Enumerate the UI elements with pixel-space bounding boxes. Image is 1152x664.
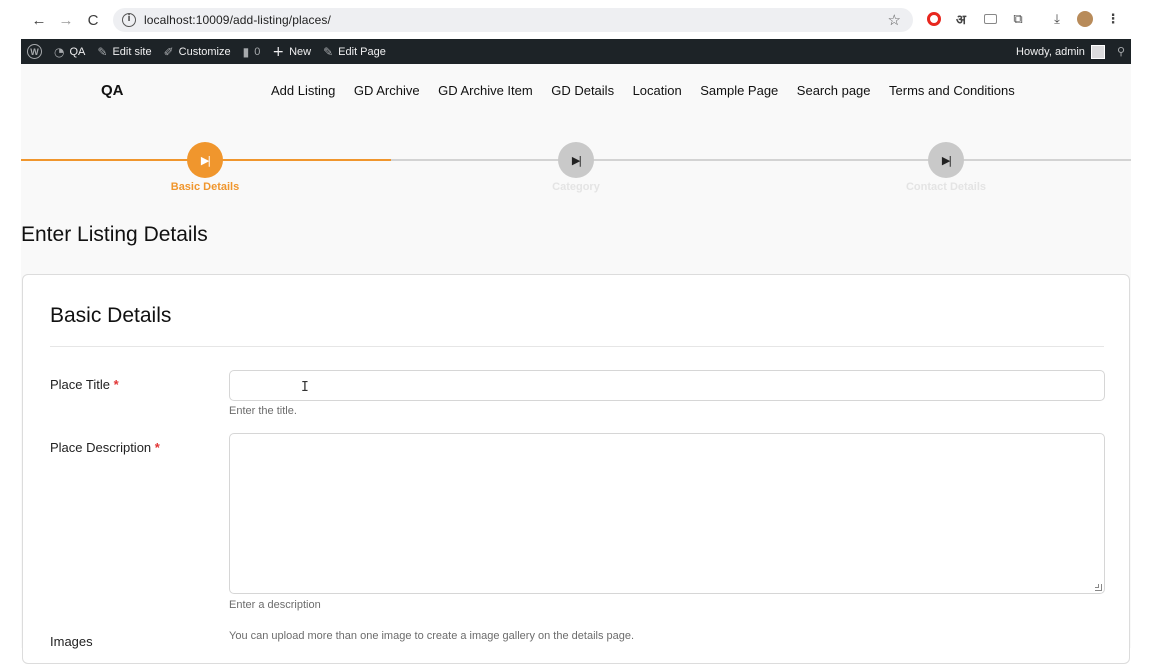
text-cursor-icon: I — [301, 380, 309, 395]
page-heading: Enter Listing Details — [21, 223, 208, 246]
new-label: New — [289, 45, 312, 58]
forward-arrow-icon[interactable]: → — [53, 7, 79, 33]
nav-gd-archive-item[interactable]: GD Archive Item — [438, 83, 533, 98]
browser-menu-icon[interactable]: ⋮ — [1103, 9, 1123, 29]
section-divider — [50, 346, 1104, 347]
step-category-label[interactable]: Category — [506, 181, 646, 193]
step-contact-details-label[interactable]: Contact Details — [876, 181, 1016, 193]
new-content-link[interactable]: + New — [266, 39, 317, 64]
site-info-icon[interactable]: i — [122, 13, 136, 27]
nav-gd-details[interactable]: GD Details — [551, 83, 614, 98]
nav-terms-and-conditions[interactable]: Terms and Conditions — [889, 83, 1015, 98]
nav-add-listing[interactable]: Add Listing — [271, 83, 335, 98]
paintbrush-icon: ✐ — [163, 44, 174, 59]
listing-form-card: Basic Details Place Title * I Enter the … — [22, 274, 1130, 664]
step-forward-icon: ▶| — [571, 153, 582, 167]
comments-link[interactable]: ▮ 0 — [237, 39, 267, 64]
customize-link[interactable]: ✐ Customize — [158, 39, 237, 64]
step-forward-icon: ▶| — [200, 153, 211, 167]
step-category-button[interactable]: ▶| — [558, 142, 594, 178]
browser-toolbar: ← → C i localhost:10009/add-listing/plac… — [0, 0, 1152, 39]
resize-handle-icon[interactable] — [1095, 584, 1102, 591]
edit-page-label: Edit Page — [338, 45, 386, 58]
customize-label: Customize — [178, 45, 231, 58]
place-description-label: Place Description * — [50, 440, 160, 455]
hindi-extension-icon[interactable]: अ — [951, 9, 971, 29]
wp-admin-bar: W ◔ QA ✎ Edit site ✐ Customize ▮ 0 + New… — [21, 39, 1131, 64]
step-contact-details-button[interactable]: ▶| — [928, 142, 964, 178]
admin-site-name-label: QA — [69, 45, 86, 58]
bookmark-star-icon[interactable]: ☆ — [888, 11, 901, 29]
reload-icon[interactable]: C — [80, 7, 106, 33]
my-account-link[interactable]: Howdy, admin — [1010, 39, 1111, 64]
dashboard-icon: ◔ — [54, 44, 65, 59]
download-icon[interactable]: ⤓ — [1047, 9, 1067, 29]
reader-extension-icon[interactable] — [980, 9, 1000, 29]
profile-avatar-icon[interactable] — [1075, 9, 1095, 29]
place-title-label: Place Title * — [50, 377, 119, 392]
place-title-help: Enter the title. — [229, 405, 297, 417]
images-label: Images — [50, 634, 93, 649]
edit-site-label: Edit site — [112, 45, 152, 58]
nav-gd-archive[interactable]: GD Archive — [354, 83, 420, 98]
nav-location[interactable]: Location — [633, 83, 682, 98]
plus-icon: + — [272, 43, 285, 60]
site-title[interactable]: QA — [101, 82, 124, 99]
admin-site-name[interactable]: ◔ QA — [48, 39, 91, 64]
required-asterisk: * — [113, 377, 119, 392]
step-basic-details-button[interactable]: ▶| — [187, 142, 223, 178]
place-title-input[interactable] — [229, 370, 1105, 401]
site-content: QA Add Listing GD Archive GD Archive Ite… — [21, 64, 1131, 664]
address-bar[interactable]: i localhost:10009/add-listing/places/ ☆ — [113, 8, 913, 32]
place-title-label-text: Place Title — [50, 377, 110, 392]
nav-sample-page[interactable]: Sample Page — [700, 83, 778, 98]
back-arrow-icon[interactable]: ← — [26, 7, 52, 33]
step-basic-details-label[interactable]: Basic Details — [135, 181, 275, 193]
primary-navigation: Add Listing GD Archive GD Archive Item G… — [271, 83, 1033, 98]
admin-search-icon[interactable]: ⚲ — [1111, 39, 1131, 64]
step-forward-icon: ▶| — [941, 153, 952, 167]
images-help: You can upload more than one image to cr… — [229, 630, 635, 642]
place-description-textarea[interactable] — [229, 433, 1105, 594]
stepper-track-line — [391, 159, 1131, 161]
required-asterisk: * — [154, 440, 160, 455]
address-url[interactable]: localhost:10009/add-listing/places/ — [144, 13, 331, 27]
edit-page-link[interactable]: ✎ Edit Page — [317, 39, 392, 64]
nav-search-page[interactable]: Search page — [797, 83, 871, 98]
wordpress-logo-icon[interactable]: W — [27, 44, 42, 59]
edit-site-link[interactable]: ✎ Edit site — [91, 39, 157, 64]
opera-extension-icon[interactable] — [924, 9, 944, 29]
pencil-icon: ✎ — [323, 44, 334, 59]
extensions-puzzle-icon[interactable]: ⧉ — [1008, 9, 1028, 29]
comment-bubble-icon: ▮ — [242, 44, 250, 59]
section-title: Basic Details — [50, 304, 172, 327]
howdy-label: Howdy, admin — [1016, 45, 1085, 58]
place-description-help: Enter a description — [229, 599, 321, 611]
place-description-label-text: Place Description — [50, 440, 152, 455]
comments-count: 0 — [254, 45, 261, 58]
brush-icon: ✎ — [97, 44, 108, 59]
admin-avatar — [1090, 44, 1105, 59]
